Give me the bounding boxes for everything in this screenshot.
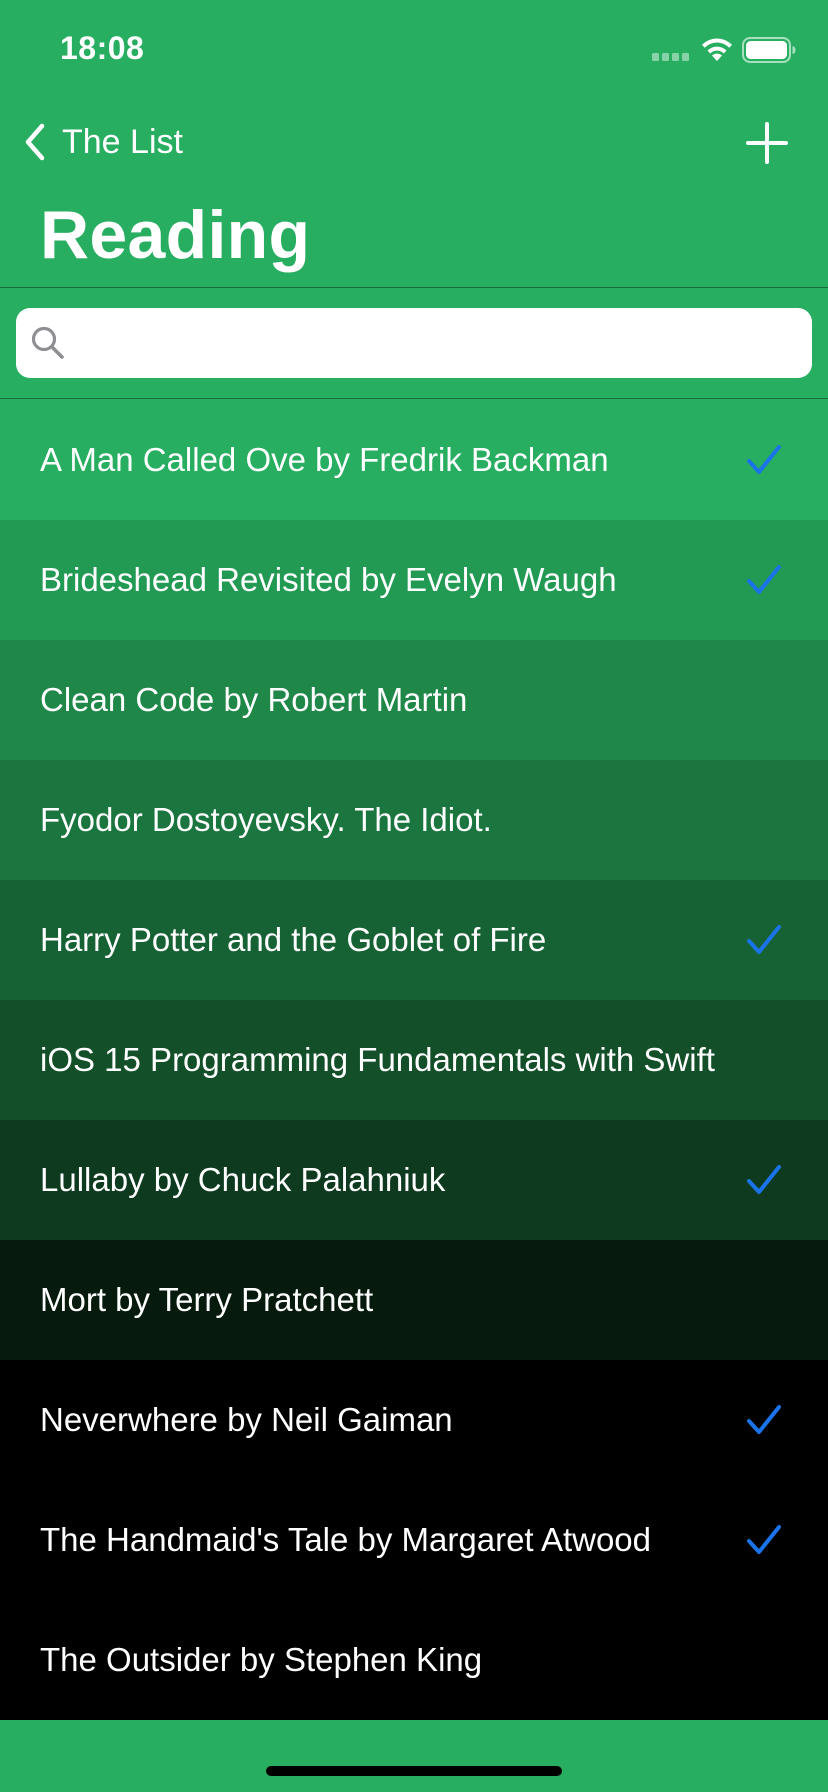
bottom-safe-area bbox=[0, 1720, 828, 1792]
wifi-icon bbox=[702, 38, 732, 61]
status-bar: 18:08 bbox=[0, 0, 828, 100]
battery-icon bbox=[742, 37, 796, 63]
checkmark-icon bbox=[747, 1525, 781, 1554]
plus-icon[interactable] bbox=[742, 118, 792, 168]
list-item[interactable]: Lullaby by Chuck Palahniuk bbox=[0, 1120, 828, 1240]
book-title: The Outsider by Stephen King bbox=[40, 1641, 483, 1678]
list-item[interactable]: Harry Potter and the Goblet of Fire bbox=[0, 880, 828, 1000]
list-item[interactable]: Mort by Terry Pratchett bbox=[0, 1240, 828, 1360]
book-list: A Man Called Ove by Fredrik Backman Bride… bbox=[0, 400, 828, 1720]
list-item[interactable]: Brideshead Revisited by Evelyn Waugh bbox=[0, 520, 828, 640]
list-item[interactable]: The Outsider by Stephen King bbox=[0, 1600, 828, 1720]
book-title: iOS 15 Programming Fundamentals with Swi… bbox=[40, 1041, 715, 1078]
list-item[interactable]: Neverwhere by Neil Gaiman bbox=[0, 1360, 828, 1480]
search-bar[interactable] bbox=[16, 308, 812, 378]
book-title: A Man Called Ove by Fredrik Backman bbox=[40, 441, 609, 478]
book-title: Neverwhere by Neil Gaiman bbox=[40, 1401, 453, 1438]
list-item[interactable]: The Handmaid's Tale by Margaret Atwood bbox=[0, 1480, 828, 1600]
list-item[interactable]: Clean Code by Robert Martin bbox=[0, 640, 828, 760]
checkmark-icon bbox=[747, 1165, 781, 1194]
checkmark-icon bbox=[747, 925, 781, 954]
page-title: Reading bbox=[40, 197, 311, 273]
nav-divider bbox=[0, 287, 828, 288]
list-item[interactable]: iOS 15 Programming Fundamentals with Swi… bbox=[0, 1000, 828, 1120]
book-title: Harry Potter and the Goblet of Fire bbox=[40, 921, 547, 958]
list-item[interactable]: Fyodor Dostoyevsky. The Idiot. bbox=[0, 760, 828, 880]
book-title: Fyodor Dostoyevsky. The Idiot. bbox=[40, 801, 492, 838]
search-input[interactable] bbox=[76, 312, 798, 374]
checkmark-icon bbox=[747, 565, 781, 594]
chevron-left-icon bbox=[25, 123, 45, 161]
checkmark-icon bbox=[747, 1405, 781, 1434]
cellular-signal-icon bbox=[652, 53, 689, 61]
book-title: Brideshead Revisited by Evelyn Waugh bbox=[40, 561, 617, 598]
search-icon bbox=[31, 326, 64, 359]
book-title: Lullaby by Chuck Palahniuk bbox=[40, 1161, 446, 1198]
status-time: 18:08 bbox=[60, 30, 145, 66]
book-title: Mort by Terry Pratchett bbox=[40, 1281, 374, 1318]
home-indicator[interactable] bbox=[266, 1766, 562, 1776]
list-item[interactable]: A Man Called Ove by Fredrik Backman bbox=[0, 400, 828, 520]
back-button[interactable]: The List bbox=[22, 118, 183, 166]
back-label: The List bbox=[62, 122, 183, 161]
navigation-bar: The List Reading bbox=[0, 100, 828, 288]
checkmark-icon bbox=[747, 445, 781, 474]
search-divider bbox=[0, 398, 828, 399]
book-title: Clean Code by Robert Martin bbox=[40, 681, 468, 718]
book-title: The Handmaid's Tale by Margaret Atwood bbox=[40, 1521, 652, 1558]
